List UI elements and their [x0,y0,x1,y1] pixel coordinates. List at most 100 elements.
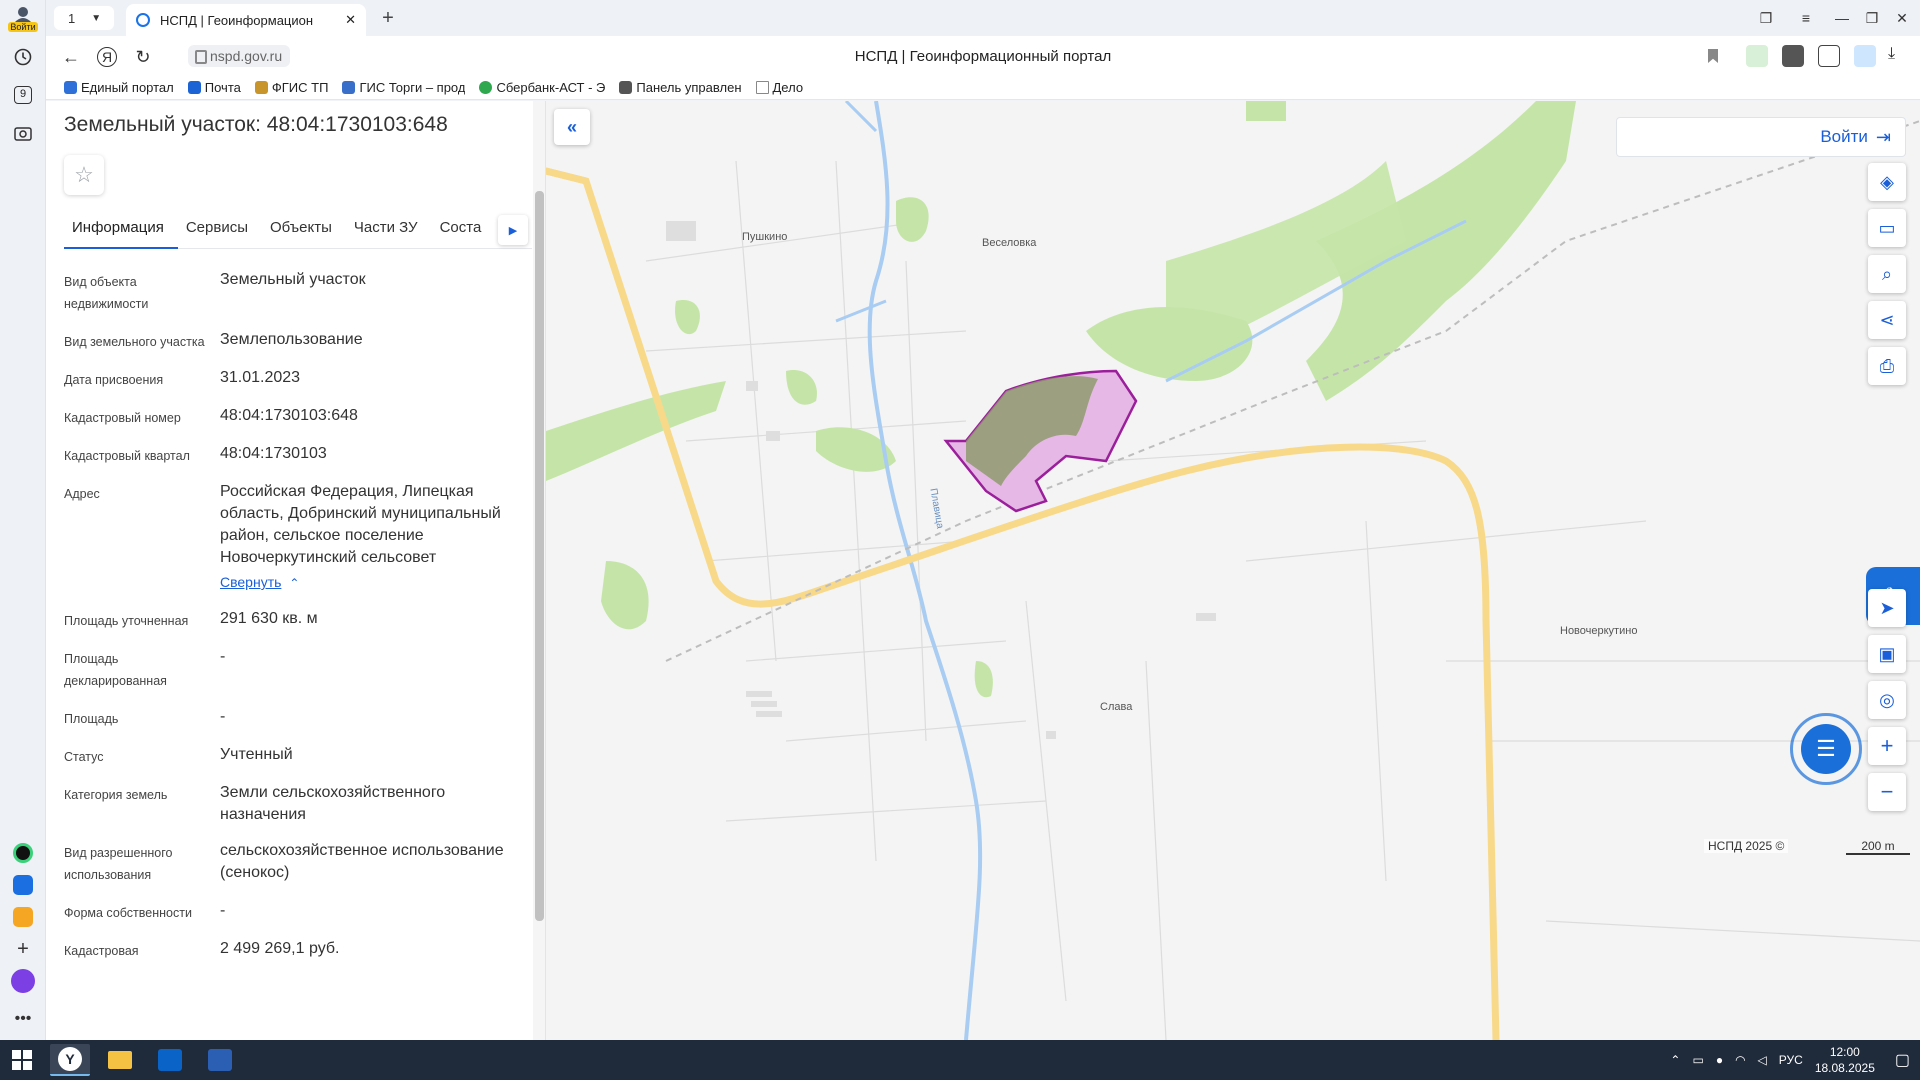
rail-more-button[interactable]: ••• [8,1004,38,1034]
minus-icon: − [1880,779,1894,804]
bookmark-item[interactable]: Дело [755,80,803,95]
close-window-button[interactable]: ✕ [1888,6,1916,30]
bookmark-label: Сбербанк-АСТ - Э [496,80,606,95]
property-row: Кадастровый номер 48:04:1730103:648 [64,405,504,429]
back-button[interactable]: ← [58,44,84,70]
bookmark-label: ГИС Торги – прод [359,80,466,95]
address-value: Российская Федерация, Липецкая область, … [220,483,501,566]
bookmark-item[interactable]: Панель управлен [619,80,742,95]
windows-icon [12,1050,32,1070]
clock[interactable]: 12:00 18.08.2025 [1815,1044,1875,1076]
tab-services[interactable]: Сервисы [178,213,262,249]
reload-button[interactable]: ↻ [130,44,156,70]
tab-objects[interactable]: Объекты [262,213,346,249]
star-icon: ☆ [74,162,94,187]
taskbar-outlook[interactable] [150,1044,190,1076]
collapse-panel-button[interactable]: « [554,109,590,145]
zoom-in-button[interactable]: + [1868,727,1906,765]
reload-icon: ↻ [135,46,151,67]
layers-button[interactable]: ◈ [1868,163,1906,201]
login-button[interactable]: Войти ⇥ [1616,117,1906,157]
minimap-button[interactable]: ▣ [1868,635,1906,673]
network-icon[interactable]: ▭ [1692,1053,1703,1067]
tab-nspd[interactable]: НСПД | Геоинформацион ✕ [126,4,366,36]
property-value: 48:04:1730103 [220,445,327,462]
property-label: Вид земельного участка [64,335,205,349]
start-button[interactable] [2,1044,42,1076]
language-indicator[interactable]: РУС [1779,1053,1803,1067]
wave-icon [13,875,33,895]
alice-button[interactable] [8,966,38,996]
extension-2[interactable] [1782,45,1804,67]
volume-icon[interactable]: ◁ [1758,1053,1767,1067]
print-button[interactable]: ⎙ [1868,347,1906,385]
place-label: Веселовка [982,237,1037,249]
collapse-link[interactable]: Свернуть ⌃ [220,571,299,594]
extension-1[interactable] [1746,45,1768,67]
extension-3[interactable] [1818,45,1840,67]
favorite-button[interactable]: ☆ [64,155,104,195]
chat-icon: ☰ [1816,736,1836,761]
zoom-out-button[interactable]: − [1868,773,1906,811]
rail-add-button[interactable]: + [8,934,38,964]
property-label: Площадь уточненная [64,614,189,628]
scrollbar-thumb[interactable] [535,191,544,921]
wifi-icon[interactable]: ◠ [1735,1053,1745,1067]
tabs-menu-button[interactable]: ❐ [1752,6,1780,30]
map-view[interactable]: Пушкино Веселовка Новочеркутино Слава Пл… [546,101,1920,1040]
property-value: Учтенный [220,746,293,763]
yandex-button[interactable]: Я [94,44,120,70]
restore-button[interactable]: ❐ [1858,6,1886,30]
history-button[interactable] [8,42,38,72]
property-value: 31.01.2023 [220,369,301,386]
rail-app-3[interactable] [8,902,38,932]
profile-button[interactable]: Войти [8,4,38,34]
tab-information[interactable]: Информация [64,213,178,249]
new-tab-button[interactable]: + [376,6,400,30]
locate-object-button[interactable]: ◎ [1868,681,1906,719]
folder-icon [108,1051,132,1069]
taskbar-word[interactable] [200,1044,240,1076]
tab-parts[interactable]: Части ЗУ [346,213,432,249]
minimize-button[interactable]: — [1828,6,1856,30]
bookmark-item[interactable]: Сбербанк-АСТ - Э [479,80,605,95]
browser-menu-button[interactable]: ≡ [1792,6,1820,30]
panel-tabs: Информация Сервисы Объекты Части ЗУ Сост… [64,213,532,249]
menu-icon: ≡ [1801,10,1811,26]
app-circle-icon [13,843,33,863]
support-chat-button[interactable]: ☰ [1790,713,1862,785]
clock-time: 12:00 [1829,1045,1860,1059]
downloads-button[interactable]: ⤓ [1888,45,1910,67]
tab-counter[interactable]: 1 ▼ [54,6,114,30]
screenshot-button[interactable] [8,118,38,148]
restore-icon: ❐ [1865,9,1879,26]
tabs-scroll-right-button[interactable]: ▶ [498,215,528,245]
ruler-button[interactable]: ▭ [1868,209,1906,247]
extension-4[interactable] [1854,45,1876,67]
notifications-icon[interactable]: ▢ [1895,1050,1910,1070]
rail-app-2[interactable] [8,870,38,900]
panel-scrollbar[interactable] [533,101,545,1040]
fin-icon [619,81,633,94]
counter-button[interactable]: 9 [8,80,38,110]
bookmark-item[interactable]: Почта [187,80,241,95]
bookmark-list-icon: ❐ [1759,9,1773,26]
chevron-up-icon[interactable]: ⌃ [1670,1053,1680,1067]
bookmark-item[interactable]: ФГИС ТП [254,80,328,95]
bookmark-page-button[interactable] [1702,45,1724,67]
rail-app-1[interactable] [8,838,38,868]
url-field[interactable]: nspd.gov.ru [188,45,291,67]
taskbar-file-explorer[interactable] [100,1044,140,1076]
bookmark-item[interactable]: Единый портал [64,80,174,95]
taskbar-yandex-browser[interactable]: Y [50,1044,90,1076]
property-value: 291 630 кв. м [220,610,318,627]
microphone-icon[interactable]: ● [1716,1053,1723,1067]
close-icon[interactable]: ✕ [345,12,356,28]
tab-composition[interactable]: Соста [432,213,496,249]
sber-icon [479,81,493,94]
property-row-address: Адрес Российская Федерация, Липецкая обл… [64,481,504,594]
area-search-button[interactable]: ⌕ [1868,255,1906,293]
my-location-button[interactable]: ➤ [1868,589,1906,627]
share-button[interactable]: ⋖ [1868,301,1906,339]
bookmark-item[interactable]: ГИС Торги – прод [342,80,465,95]
